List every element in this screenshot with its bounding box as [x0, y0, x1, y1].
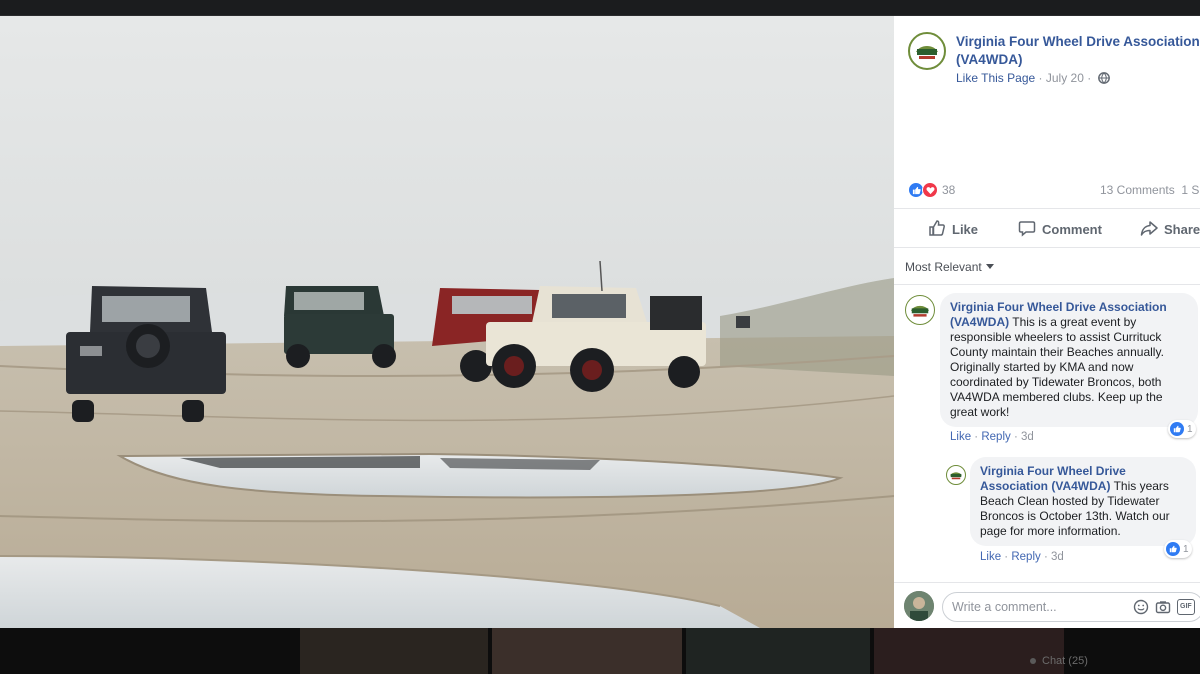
like-reaction-icon [1170, 422, 1184, 436]
share-arrow-icon [1140, 219, 1164, 240]
meta-separator: · [1087, 71, 1092, 85]
reply-bubble: Virginia Four Wheel Drive Association (V… [970, 457, 1196, 546]
page-avatar[interactable] [908, 32, 946, 70]
beach-photo [0, 16, 894, 628]
like-button[interactable]: Like [928, 219, 978, 240]
love-reaction-icon [922, 182, 938, 198]
comment-filter-dropdown[interactable]: Most Relevant [905, 260, 994, 274]
comment-bubble-icon [1018, 219, 1042, 240]
feed-thumbnail [300, 628, 488, 674]
feed-thumbnail [874, 628, 1064, 674]
reply-avatar[interactable] [946, 465, 966, 485]
comment-button-label: Comment [1042, 222, 1102, 237]
chat-label: Chat (25) [1042, 655, 1088, 667]
comments-count-link[interactable]: 13 Comments [1100, 183, 1175, 197]
globe-icon [1097, 72, 1110, 87]
comment-reply-link[interactable]: Reply [981, 431, 1010, 443]
thumbs-up-icon [928, 219, 952, 240]
reaction-count: 38 [942, 183, 956, 197]
page-name-link[interactable]: Virginia Four Wheel Drive Association (V… [956, 33, 1200, 69]
camera-icon[interactable] [1155, 599, 1171, 620]
reply-time[interactable]: 3d [1051, 551, 1064, 563]
reply-author-link[interactable]: Virginia Four Wheel Drive Association (V… [980, 464, 1126, 493]
reply-actions: Like · Reply · 3d [980, 551, 1064, 563]
reply-reaction-badge[interactable]: 1 [1164, 540, 1192, 558]
comment-reaction-badge[interactable]: 1 [1168, 420, 1196, 438]
reply-reaction-count: 1 [1183, 543, 1189, 555]
meta-separator: · [1038, 71, 1043, 85]
divider [894, 284, 1200, 285]
post-stats: 13 Comments 1 Sh [1100, 183, 1200, 197]
comment-bubble: Virginia Four Wheel Drive Association (V… [940, 293, 1198, 427]
emoji-icon[interactable] [1133, 599, 1149, 620]
feed-thumbnail [492, 628, 682, 674]
post-date[interactable]: July 20 [1046, 71, 1084, 85]
post-meta: Like This Page · July 20 · [956, 71, 1110, 87]
like-button-label: Like [952, 222, 979, 237]
viewer-top-bar [0, 0, 1200, 16]
shares-count-link[interactable]: 1 Sh [1181, 183, 1200, 197]
photo-stage[interactable] [0, 16, 894, 628]
user-avatar[interactable] [904, 591, 934, 621]
reply-like-link[interactable]: Like [980, 551, 1001, 563]
comment-like-link[interactable]: Like [950, 431, 971, 443]
comment-actions: Like · Reply · 3d [950, 431, 1034, 443]
comment-reaction-count: 1 [1187, 423, 1193, 435]
caret-down-icon [985, 264, 994, 269]
gif-icon[interactable]: GIF [1177, 599, 1195, 615]
post-header: Virginia Four Wheel Drive Association (V… [894, 16, 1200, 186]
comment-filter-label: Most Relevant [905, 260, 982, 274]
chat-button[interactable]: Chat (25) [1030, 655, 1088, 667]
comment-time[interactable]: 3d [1021, 431, 1034, 443]
share-button-label: Share [1164, 222, 1200, 237]
comment-input-wrapper[interactable]: GIF [942, 592, 1200, 622]
reply-reply-link[interactable]: Reply [1011, 551, 1040, 563]
online-dot-icon [1030, 658, 1036, 665]
feed-thumbnail [686, 628, 870, 674]
post-side-panel: Virginia Four Wheel Drive Association (V… [894, 16, 1200, 628]
comment-avatar[interactable] [905, 295, 935, 325]
comment-text: This is a great event by responsible whe… [950, 315, 1164, 419]
post-action-bar: Like Comment Share [894, 208, 1200, 248]
comment-button[interactable]: Comment [1018, 219, 1102, 240]
comment-composer: GIF [894, 582, 1200, 628]
background-feed-strip [0, 628, 1200, 674]
reaction-summary[interactable]: 38 [908, 182, 955, 198]
comment-input[interactable] [952, 600, 1122, 614]
share-button[interactable]: Share [1140, 219, 1200, 240]
like-reaction-icon [1166, 542, 1180, 556]
like-page-link[interactable]: Like This Page [956, 71, 1035, 85]
